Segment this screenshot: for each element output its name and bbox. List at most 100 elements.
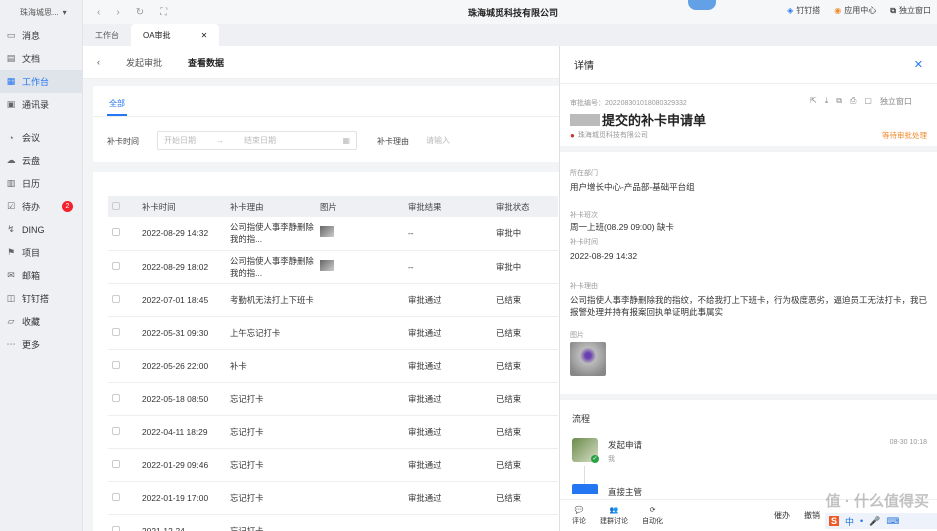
sidebar-item-more[interactable]: ⋯ 更多	[0, 333, 82, 356]
sidebar-item-mail[interactable]: ✉ 邮箱	[0, 264, 82, 287]
title-bar: ‹ › ↻ ⛶ 珠海城觅科技有限公司 ◈ 钉钉搭 ◉ 应用中心 ⧉ 独立窗口	[83, 0, 937, 24]
table-row[interactable]: 2022-01-19 17:00 忘记打卡 审批通过 已结束	[108, 481, 558, 515]
row-checkbox[interactable]	[112, 426, 120, 435]
table-row[interactable]: 2022-08-29 14:32 公司指使人事李静删除我的指... -- 审批中	[108, 217, 558, 251]
ime-toolbar[interactable]: S 中 • 🎤 ⌨	[825, 513, 937, 529]
watermark: 值 · 什么值得买	[825, 493, 929, 510]
data-table-card: 补卡时间 补卡理由 图片 审批结果 审批状态 2022-08-29 14:32 公…	[93, 172, 559, 531]
group-icon: 👥	[609, 506, 619, 514]
table-row[interactable]: 2022-08-29 18:02 公司指使人事李静删除我的指... -- 审批中	[108, 250, 558, 284]
sidebar-item-contacts[interactable]: ▣ 通讯录	[0, 93, 82, 116]
standalone-window-button[interactable]: ⧉ 独立窗口	[890, 5, 931, 16]
row-checkbox[interactable]	[112, 261, 120, 270]
column-header[interactable]: 补卡时间	[138, 196, 226, 217]
cell-result: 审批通过	[404, 415, 492, 449]
standalone-window-link[interactable]: 独立窗口	[880, 96, 912, 107]
date-range-input[interactable]: 开始日期 → 结束日期 ▦	[157, 131, 357, 150]
app-center-button[interactable]: ◉ 应用中心	[834, 5, 876, 16]
org-switcher[interactable]: 珠海城思... ▾	[0, 0, 82, 24]
sidebar-item-meeting[interactable]: ◔ 会议	[0, 126, 82, 149]
revoke-button[interactable]: 撤销	[804, 510, 820, 521]
sidebar-item-message[interactable]: ▭ 消息	[0, 24, 82, 47]
sidebar-item-favorite[interactable]: ▱ 收藏	[0, 310, 82, 333]
flow-step-title: 发起申请	[608, 440, 643, 450]
download-icon[interactable]: ⤓	[825, 96, 829, 107]
row-checkbox[interactable]	[112, 294, 120, 303]
reason-input[interactable]: 请输入	[420, 131, 550, 150]
sidebar-item-cloud[interactable]: ☁ 云盘	[0, 149, 82, 172]
row-checkbox[interactable]	[112, 360, 120, 369]
workbench-icon: ▦	[6, 76, 16, 86]
flow-step-user: 我	[608, 456, 615, 463]
flow-step-time: 08-30 10:18	[889, 439, 927, 446]
close-icon[interactable]: ✕	[914, 58, 923, 71]
sidebar-item-calendar[interactable]: ▥ 日历	[0, 172, 82, 195]
dingda-button[interactable]: ◈ 钉钉搭	[787, 5, 820, 16]
ding-icon: ↯	[7, 224, 15, 234]
sidebar-item-ding[interactable]: ↯ DING	[0, 218, 82, 241]
cell-reason: 忘记打卡	[226, 481, 316, 515]
comment-button[interactable]: 💬 评论	[572, 506, 586, 526]
table-row[interactable]: 2022-04-11 18:29 忘记打卡 审批通过 已结束	[108, 415, 558, 449]
select-all-checkbox[interactable]	[112, 201, 120, 210]
message-icon: ▭	[6, 30, 16, 40]
approver-icon	[572, 484, 598, 494]
sidebar-item-label: 文档	[22, 54, 41, 64]
cell-image	[316, 448, 404, 482]
sidebar-item-doc[interactable]: ▤ 文档	[0, 47, 82, 70]
cell-result: --	[404, 250, 492, 284]
close-tab-icon[interactable]: ✕	[201, 31, 208, 40]
image-thumbnail[interactable]	[320, 226, 334, 238]
standalone-icon[interactable]: ▢	[864, 96, 872, 107]
row-checkbox[interactable]	[112, 327, 120, 336]
tab-oa-approval[interactable]: OA审批 ✕	[131, 24, 220, 46]
sidebar-item-builder[interactable]: ◫ 钉钉搭	[0, 287, 82, 310]
row-checkbox[interactable]	[112, 459, 120, 468]
group-discuss-button[interactable]: 👥 建群讨论	[600, 506, 628, 526]
table-row[interactable]: 2022-05-26 22:00 补卡 审批通过 已结束	[108, 349, 558, 383]
row-checkbox[interactable]	[112, 492, 120, 501]
table-row[interactable]: 2022-05-31 09:30 上午忘记打卡 审批通过 已结束	[108, 316, 558, 350]
cell-time: 2022-01-29 09:46	[138, 448, 226, 482]
back-icon[interactable]: ‹	[97, 7, 100, 18]
start-approval-tab[interactable]: 发起审批	[126, 56, 162, 69]
forward-icon[interactable]: ›	[116, 7, 119, 18]
table-row[interactable]: 2022-01-29 09:46 忘记打卡 审批通过 已结束	[108, 448, 558, 482]
time-label: 补卡时间	[570, 239, 598, 246]
project-icon: ⚑	[6, 247, 16, 257]
row-checkbox[interactable]	[112, 228, 120, 237]
column-header[interactable]: 图片	[316, 196, 404, 217]
sidebar-item-project[interactable]: ⚑ 项目	[0, 241, 82, 264]
refresh-icon[interactable]: ↻	[136, 7, 144, 18]
attachment-thumbnail[interactable]	[570, 342, 606, 376]
sidebar-item-todo[interactable]: ☑ 待办 2	[0, 195, 82, 218]
tab-workbench[interactable]: 工作台	[83, 24, 131, 46]
copy-icon[interactable]: ⧉	[836, 96, 842, 107]
cell-result	[404, 514, 492, 531]
sidebar-item-workbench[interactable]: ▦ 工作台	[0, 70, 82, 93]
row-checkbox[interactable]	[112, 525, 120, 531]
panel-company: 珠海城觅科技有限公司	[577, 132, 648, 139]
filter-tab-all[interactable]: 全部	[109, 98, 125, 109]
row-checkbox[interactable]	[112, 393, 120, 402]
back-arrow-icon[interactable]: ‹	[97, 57, 100, 67]
column-header[interactable]: 补卡理由	[226, 196, 316, 217]
view-data-tab[interactable]: 查看数据	[188, 56, 224, 69]
table-row[interactable]: 2022-07-01 18:45 考勤机无法打上下班卡 审批通过 已结束	[108, 283, 558, 317]
image-thumbnail[interactable]	[320, 259, 334, 271]
column-header[interactable]: 审批状态	[492, 196, 558, 217]
company-name[interactable]: 珠海城觅科技有限公司	[468, 6, 558, 19]
column-header[interactable]: 审批结果	[404, 196, 492, 217]
remind-button[interactable]: 催办	[774, 510, 790, 521]
fullscreen-icon[interactable]: ⛶	[160, 7, 167, 18]
table-row[interactable]: 2021-12-24 忘记打卡	[108, 514, 558, 531]
table-row[interactable]: 2022-05-18 08:50 忘记打卡 审批通过 已结束	[108, 382, 558, 416]
punctuation-icon: •	[860, 516, 864, 526]
reason-label: 补卡理由	[570, 283, 598, 290]
share-icon[interactable]: ⇱	[810, 96, 817, 107]
comment-icon: 💬	[574, 506, 584, 514]
time-value: 2022-08-29 14:32	[570, 251, 638, 261]
contacts-icon: ▣	[6, 99, 16, 109]
automation-button[interactable]: ⟳ 自动化	[642, 506, 663, 526]
print-icon[interactable]: ⎙	[850, 96, 856, 107]
